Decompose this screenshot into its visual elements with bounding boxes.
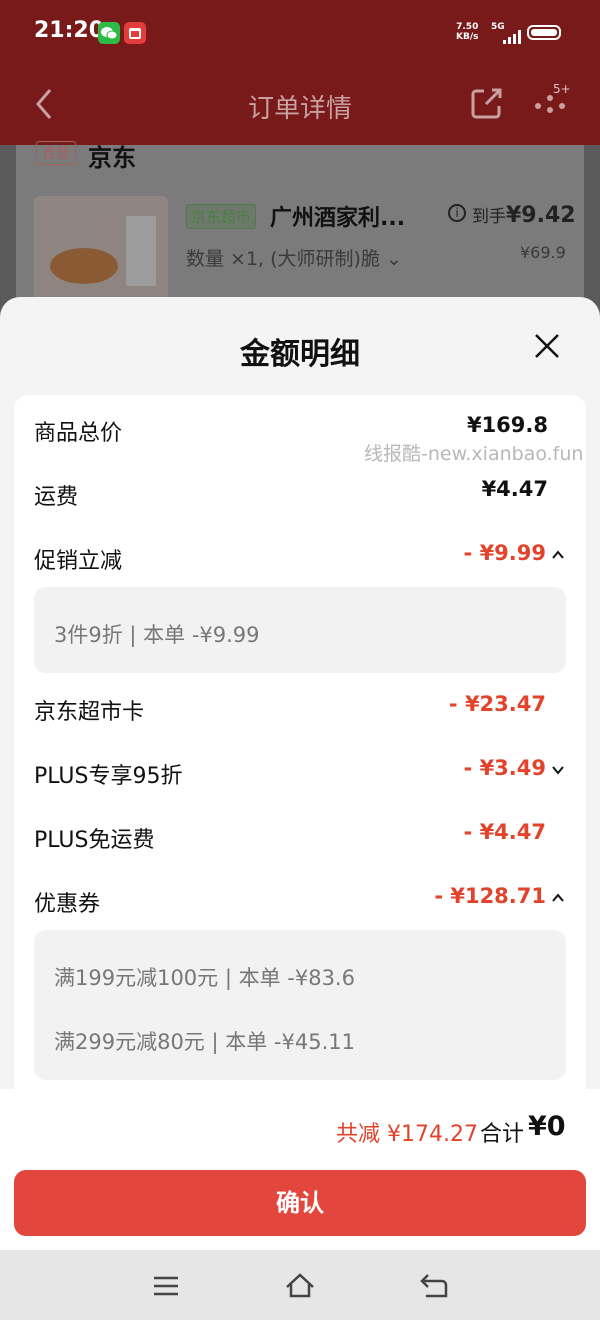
row-plus-free-shipping: PLUS免运费 - ¥4.47: [34, 816, 566, 856]
row-label: PLUS免运费: [34, 828, 155, 853]
share-icon[interactable]: [470, 86, 504, 120]
final-price: 到手¥9.42: [472, 203, 576, 228]
total-label: 合计: [480, 1122, 525, 1147]
menu-icon[interactable]: [150, 1270, 182, 1302]
row-supermarket-card: 京东超市卡 - ¥23.47: [34, 688, 566, 728]
chevron-down-icon[interactable]: [550, 762, 566, 778]
row-label: 运费: [34, 485, 79, 510]
row-value: ¥4.47: [481, 477, 548, 501]
watermark: 线报酷-new.xianbao.fun: [364, 443, 584, 465]
row-label: 商品总价: [34, 421, 123, 446]
product-quantity[interactable]: 数量 ×1, (大师研制)脆 ⌄: [186, 244, 402, 271]
row-promo[interactable]: 促销立减 - ¥9.99: [34, 537, 566, 577]
footer-bar: 共减 ¥174.27 合计 ¥0 确认: [0, 1089, 600, 1250]
row-value: ¥169.8: [466, 413, 548, 437]
self-operated-tag: 自营: [36, 141, 76, 165]
signal-icon: [503, 30, 521, 44]
row-coupon[interactable]: 优惠券 - ¥128.71: [34, 880, 566, 920]
net-speed: 7.50 KB/s: [456, 22, 479, 42]
row-label: 促销立减: [34, 549, 123, 574]
product-title[interactable]: 广州酒家利...: [270, 200, 405, 232]
chevron-up-icon[interactable]: [550, 890, 566, 906]
promo-detail-line: 3件9折 | 本单 -¥9.99: [54, 623, 260, 647]
product-thumbnail[interactable]: [34, 196, 168, 300]
page-title: 订单详情: [247, 94, 352, 124]
original-price: ¥69.9: [520, 243, 566, 262]
close-icon[interactable]: [532, 331, 562, 361]
info-icon[interactable]: i: [448, 204, 466, 222]
status-bar: 21:20 7.50 KB/s 5G: [0, 0, 600, 64]
home-icon[interactable]: [284, 1270, 316, 1302]
row-label: PLUS专享95折: [34, 764, 183, 789]
row-label: 京东超市卡: [34, 700, 145, 725]
jd-supermarket-tag: 京东超市: [186, 204, 257, 229]
confirm-button[interactable]: 确认: [14, 1170, 586, 1236]
total-value: ¥0: [528, 1111, 566, 1142]
row-value: - ¥128.71: [434, 884, 546, 908]
status-time: 21:20: [34, 18, 105, 43]
sheet-title: 金额明细: [240, 337, 360, 372]
row-value: - ¥9.99: [463, 541, 546, 565]
row-value: - ¥4.47: [463, 820, 546, 844]
total-saved: 共减 ¥174.27: [336, 1122, 478, 1147]
row-value: - ¥23.47: [448, 692, 546, 716]
row-shipping: 运费 ¥4.47: [34, 473, 566, 513]
chevron-up-icon[interactable]: [550, 547, 566, 563]
back-icon[interactable]: [418, 1270, 450, 1302]
shop-name[interactable]: 京东: [88, 138, 136, 173]
amount-panel: 商品总价 ¥169.8 运费 ¥4.47 促销立减 - ¥9.99 3件9折 |…: [14, 395, 586, 1095]
message-badge: 5+: [553, 82, 571, 96]
system-nav-bar: [0, 1250, 600, 1320]
wechat-icon: [98, 22, 120, 44]
coupon-detail-line: 满199元减100元 | 本单 -¥83.6: [54, 966, 355, 990]
coupon-detail-line: 满299元减80元 | 本单 -¥45.11: [54, 1030, 355, 1054]
row-value: - ¥3.49: [463, 756, 546, 780]
battery-icon: [527, 25, 561, 40]
promo-detail-box: 3件9折 | 本单 -¥9.99: [34, 587, 566, 673]
jd-app-icon: [124, 22, 146, 44]
row-label: 优惠券: [34, 892, 101, 917]
coupon-detail-box: 满199元减100元 | 本单 -¥83.6 满299元减80元 | 本单 -¥…: [34, 930, 566, 1080]
row-plus-discount[interactable]: PLUS专享95折 - ¥3.49: [34, 752, 566, 792]
